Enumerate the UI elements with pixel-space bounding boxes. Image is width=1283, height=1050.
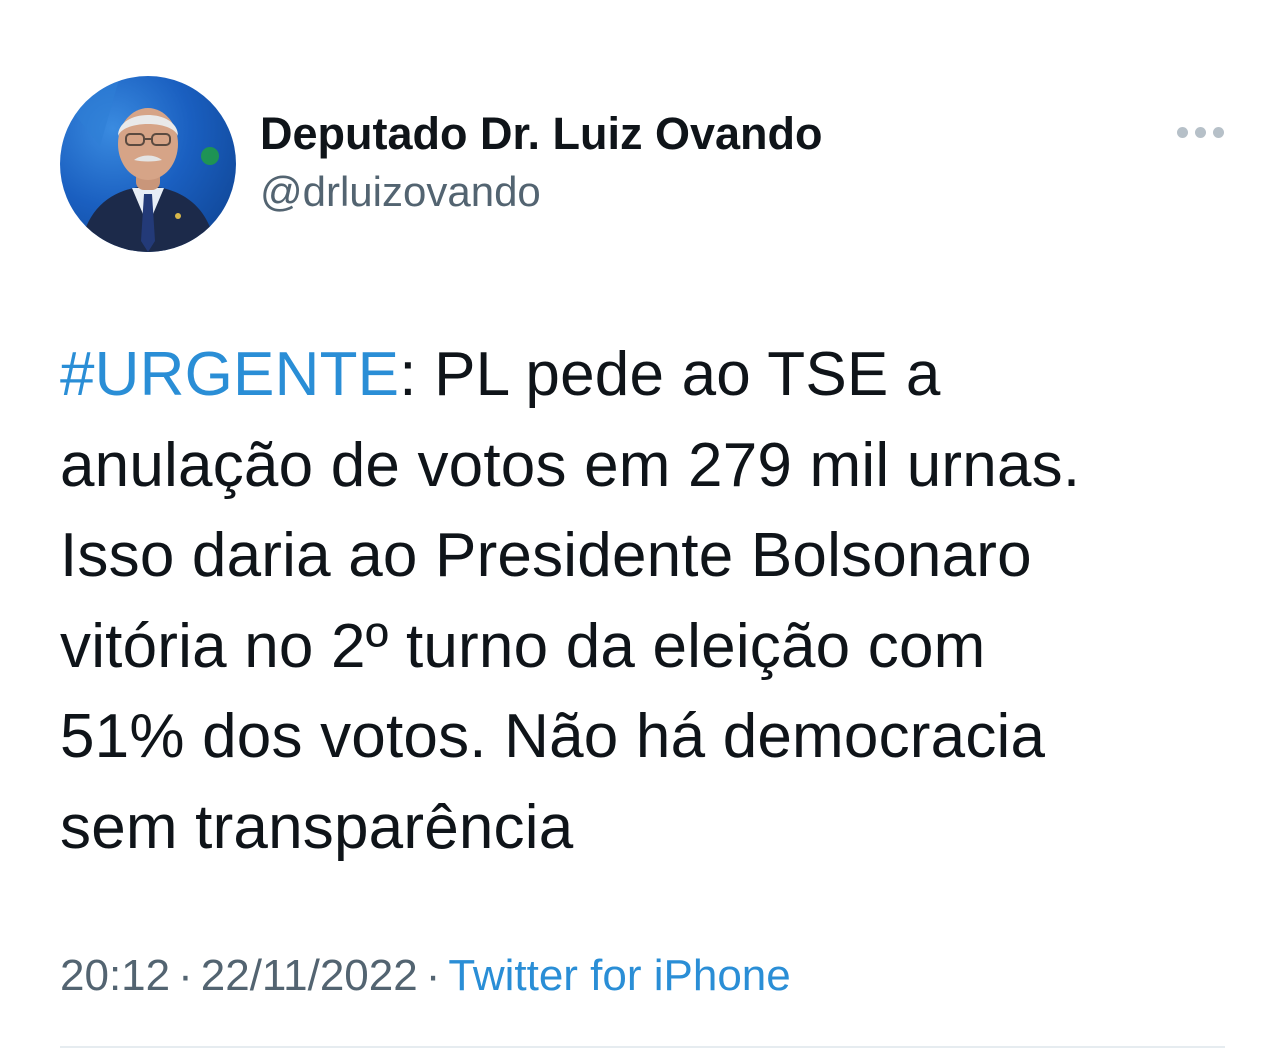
tweet-text-line: vitória no 2º turno da eleição com — [60, 611, 986, 681]
divider — [60, 1046, 1225, 1048]
more-dot — [1195, 127, 1206, 138]
tweet-text-line: sem transparência — [60, 792, 574, 862]
author-display-name[interactable]: Deputado Dr. Luiz Ovando — [260, 106, 823, 162]
avatar-photo — [60, 76, 219, 252]
tweet-header: Deputado Dr. Luiz Ovando @drluizovando — [60, 76, 1225, 252]
more-dot — [1213, 127, 1224, 138]
more-dot — [1177, 127, 1188, 138]
avatar[interactable] — [60, 76, 236, 252]
tweet-time[interactable]: 20:12 — [60, 951, 170, 1000]
tweet-meta: 20:12 · 22/11/2022 · Twitter for iPhone — [60, 945, 791, 1007]
hashtag-link[interactable]: #URGENTE — [60, 340, 399, 409]
tweet-text-line: 51% dos votos. Não há democracia — [60, 702, 1046, 771]
tweet-date[interactable]: 22/11/2022 — [201, 951, 418, 1000]
more-horizontal-icon[interactable] — [1177, 122, 1225, 142]
tweet-source-link[interactable]: Twitter for iPhone — [448, 951, 790, 1000]
author-handle[interactable]: @drluizovando — [260, 166, 823, 218]
tweet-text-line: anulação de votos em 279 mil urnas. — [60, 430, 1081, 500]
tweet-text: #URGENTE: PL pede ao TSE a anulação de v… — [60, 330, 1230, 873]
tweet-text-line: Isso daria ao Presidente Bolsonaro — [60, 521, 1032, 590]
meta-separator: · — [425, 951, 441, 1000]
tweet: Deputado Dr. Luiz Ovando @drluizovando #… — [0, 0, 1283, 1050]
meta-separator: · — [178, 951, 193, 1000]
author-names: Deputado Dr. Luiz Ovando @drluizovando — [260, 106, 823, 218]
tweet-text-line: : PL pede ao TSE a — [399, 340, 941, 409]
